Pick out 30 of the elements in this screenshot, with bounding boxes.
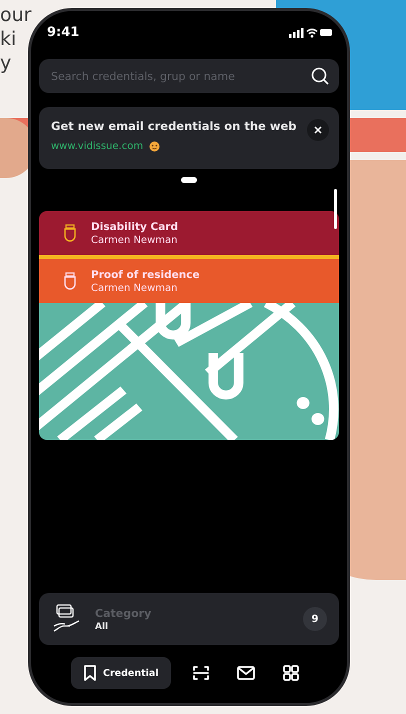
status-time: 9:41: [47, 24, 80, 40]
background-text: ki: [0, 28, 18, 50]
credential-card[interactable]: Disability Card Carmen Newman: [39, 211, 339, 255]
card-holder: Carmen Newman: [91, 234, 178, 246]
category-value: All: [95, 622, 110, 632]
crest-icon: [63, 223, 77, 243]
nav-tab[interactable]: Credential: [71, 657, 171, 689]
search-icon[interactable]: [311, 67, 329, 85]
status-icons: [289, 26, 333, 38]
search-field[interactable]: Search credentials, grup or name: [39, 59, 339, 93]
category-label: Category: [95, 606, 152, 620]
count-badge: 9: [303, 607, 327, 631]
crest-icon: [63, 271, 77, 291]
card-holder: Carmen Newman: [91, 282, 178, 294]
banner-title: Get new email credentials on the web: [51, 119, 297, 133]
background-text: our: [0, 4, 32, 26]
scrollbar: [334, 189, 337, 229]
smiley-icon: [149, 141, 160, 152]
close-button[interactable]: [307, 119, 329, 141]
grid-icon: [282, 665, 299, 681]
cards-in-hand-icon: [53, 604, 81, 634]
card-title: Proof of residence: [91, 268, 200, 280]
mail-icon: [236, 666, 255, 680]
card-title: Disability Card: [91, 220, 178, 232]
background-text: y: [0, 52, 12, 74]
bookmark-icon: [83, 665, 97, 681]
close-icon: [314, 126, 322, 134]
category-panel[interactable]: Category All 9: [39, 593, 339, 645]
website-link[interactable]: www.vidissue.com: [51, 141, 144, 152]
scan-icon: [192, 665, 209, 681]
